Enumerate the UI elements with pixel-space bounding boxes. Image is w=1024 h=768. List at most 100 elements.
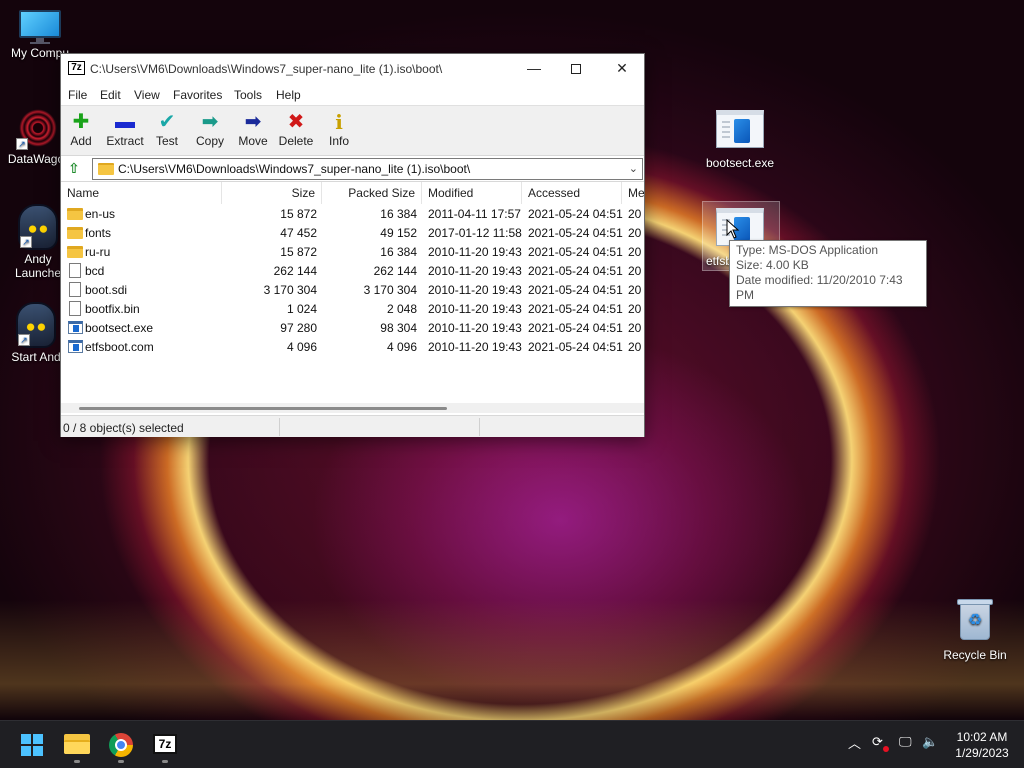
exe-file-icon [68, 340, 83, 353]
taskbar-clock[interactable]: 10:02 AM 1/29/2023 [942, 729, 1022, 761]
running-indicator [118, 760, 124, 763]
cell-packed-size: 262 144 [373, 264, 417, 278]
cell-size: 15 872 [280, 207, 317, 221]
tooltip-size: Size: 4.00 KB [736, 258, 809, 272]
desktop-icon-label: bootsect.exe [705, 156, 775, 170]
network-icon[interactable]: 🖵 [899, 734, 912, 750]
delete-label: Delete [278, 134, 314, 148]
andy-robot-icon: ↗ [18, 204, 58, 250]
cell-name: boot.sdi [85, 283, 128, 297]
cell-modified: 2010-11-20 19:43 [428, 283, 522, 297]
tooltip-modified: Date modified: 11/20/2010 7:43 PM [736, 273, 903, 302]
cell-accessed: 2021-05-24 04:51 [528, 226, 623, 240]
copy-label: Copy [195, 134, 224, 148]
7zip-taskbar-icon[interactable]: 7z [153, 734, 177, 754]
recycle-bin-icon: ♻ [957, 598, 993, 640]
info-button[interactable]: i Info [317, 110, 361, 148]
cell-name: en-us [85, 207, 116, 221]
column-header-packed-size[interactable]: Packed Size [322, 182, 422, 204]
cell-accessed: 2021-05-24 04:51 [528, 283, 623, 297]
menu-file[interactable]: File [68, 88, 87, 102]
menu-tools[interactable]: Tools [234, 88, 262, 102]
file-row[interactable]: bcd 262 144 262 144 2010-11-20 19:43 2021-05… [61, 262, 644, 281]
folder-icon [67, 227, 83, 239]
file-row[interactable]: ru-ru 15 872 16 384 2010-11-20 19:43 2021-05… [61, 243, 644, 262]
desktop-icon-bootsect[interactable]: bootsect.exe [700, 110, 780, 170]
running-indicator [162, 760, 168, 763]
exe-file-icon [716, 110, 764, 148]
cell-name: bcd [85, 264, 105, 278]
up-folder-icon[interactable]: ⇧ [66, 160, 82, 176]
column-header-more[interactable]: Me [622, 182, 644, 204]
cell-name: bootfix.bin [85, 302, 140, 316]
cell-accessed: 2021-05-24 04:51 [528, 245, 623, 259]
chrome-taskbar-icon[interactable] [109, 733, 133, 757]
cell-accessed: 2021-05-24 04:51 [528, 321, 623, 335]
column-header-accessed[interactable]: Accessed [522, 182, 622, 204]
menu-bar: File Edit View Favorites Tools Help [61, 84, 644, 106]
close-button[interactable]: ✕ [599, 54, 645, 84]
extract-label: Extract [106, 134, 144, 148]
cell-packed-size: 98 304 [380, 321, 417, 335]
column-header-name[interactable]: Name [61, 182, 222, 204]
cell-modified: 2011-04-11 17:57 [428, 207, 521, 221]
cell-more: 20 [628, 340, 642, 354]
move-button[interactable]: ➡ Move [231, 110, 275, 148]
copy-arrow-icon: ➡ [201, 111, 219, 133]
scrollbar-thumb[interactable] [79, 407, 447, 410]
delete-button[interactable]: ✖ Delete [274, 110, 318, 148]
file-row[interactable]: bootsect.exe 97 280 98 304 2010-11-20 19:43… [61, 319, 644, 338]
minimize-button[interactable]: — [511, 54, 557, 84]
clock-time: 10:02 AM [956, 730, 1008, 744]
cell-size: 1 024 [286, 302, 317, 316]
chevron-down-icon[interactable]: ⌄ [629, 162, 638, 175]
extract-button[interactable]: ▬ Extract [103, 110, 147, 148]
start-button[interactable] [21, 734, 43, 756]
path-combobox[interactable]: C:\Users\VM6\Downloads\Windows7_super-na… [92, 158, 643, 180]
maximize-button[interactable] [553, 54, 599, 84]
add-button[interactable]: ✚ Add [59, 110, 103, 148]
cell-more: 20 [628, 226, 642, 240]
file-icon [69, 301, 81, 316]
title-bar[interactable]: 7z C:\Users\VM6\Downloads\Windows7_super… [61, 54, 644, 84]
horizontal-scrollbar[interactable] [61, 403, 644, 413]
cell-modified: 2010-11-20 19:43 [428, 264, 522, 278]
selection-status: 0 / 8 object(s) selected [63, 421, 184, 435]
file-row[interactable]: en-us 15 872 16 384 2011-04-11 17:57 2021-05… [61, 205, 644, 224]
shortcut-arrow-icon: ↗ [16, 138, 28, 150]
cell-packed-size: 16 384 [380, 245, 417, 259]
column-header-modified[interactable]: Modified [422, 182, 522, 204]
sync-icon[interactable]: ⟳ [872, 734, 883, 750]
folder-icon [67, 208, 83, 220]
menu-favorites[interactable]: Favorites [173, 88, 222, 102]
folder-icon [98, 163, 114, 175]
cell-modified: 2010-11-20 19:43 [428, 321, 522, 335]
column-header-size[interactable]: Size [222, 182, 322, 204]
show-hidden-icons-chevron-icon[interactable]: ︿ [848, 733, 861, 752]
file-list[interactable]: Name Size Packed Size Modified Accessed … [61, 182, 644, 414]
tooltip-type: Type: MS-DOS Application [736, 243, 879, 257]
sync-error-badge [883, 746, 889, 752]
desktop-icon-recycle-bin[interactable]: ♻ Recycle Bin [935, 598, 1015, 662]
window-title: C:\Users\VM6\Downloads\Windows7_super-na… [90, 62, 443, 76]
plus-icon: ✚ [72, 111, 90, 133]
file-row[interactable]: boot.sdi 3 170 304 3 170 304 2010-11-20 19:… [61, 281, 644, 300]
status-bar: 0 / 8 object(s) selected [61, 415, 644, 437]
copy-button[interactable]: ➡ Copy [188, 110, 232, 148]
file-explorer-taskbar-icon[interactable] [64, 732, 90, 754]
menu-edit[interactable]: Edit [100, 88, 121, 102]
shortcut-arrow-icon: ↗ [20, 236, 32, 248]
volume-icon[interactable]: 🔈 [922, 734, 938, 750]
cell-packed-size: 16 384 [380, 207, 417, 221]
file-row[interactable]: bootfix.bin 1 024 2 048 2010-11-20 19:43 202… [61, 300, 644, 319]
menu-help[interactable]: Help [276, 88, 301, 102]
cell-size: 47 452 [280, 226, 317, 240]
cell-accessed: 2021-05-24 04:51 [528, 264, 623, 278]
mandala-icon: ↗ [16, 106, 60, 150]
file-row[interactable]: etfsboot.com 4 096 4 096 2010-11-20 19:43 20… [61, 338, 644, 357]
menu-view[interactable]: View [134, 88, 160, 102]
test-button[interactable]: ✔ Test [145, 110, 189, 148]
file-row[interactable]: fonts 47 452 49 152 2017-01-12 11:58 2021-05… [61, 224, 644, 243]
cell-more: 20 [628, 283, 642, 297]
cell-accessed: 2021-05-24 04:51 [528, 207, 623, 221]
